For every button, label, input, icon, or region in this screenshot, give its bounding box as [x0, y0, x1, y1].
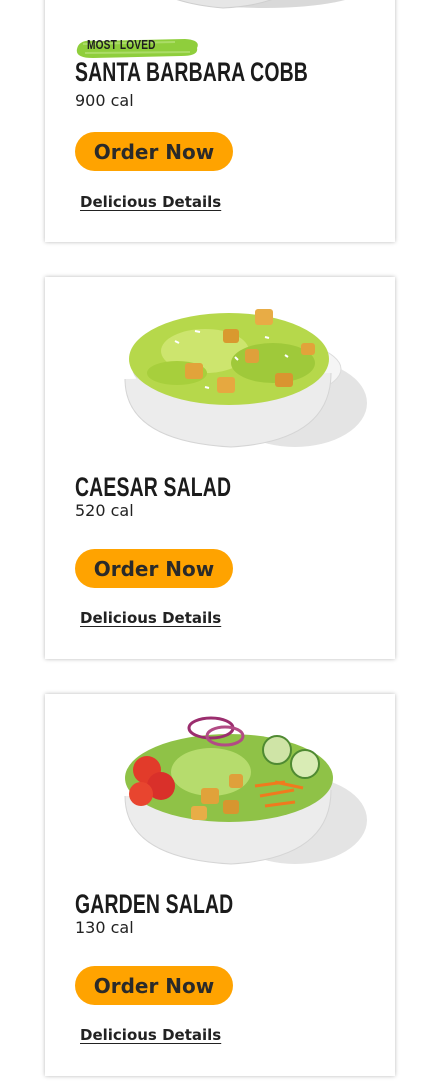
menu-card-santa-barbara-cobb: MOST LOVED SANTA BARBARA COBB 900 cal Or…: [45, 0, 395, 242]
caesar-salad-image[interactable]: [105, 291, 367, 451]
menu-card-caesar-salad: CAESAR SALAD 520 cal Order Now Delicious…: [45, 277, 395, 659]
delicious-details-link[interactable]: Delicious Details: [80, 1026, 221, 1044]
item-title: CAESAR SALAD: [75, 472, 232, 502]
item-calories: 520 cal: [75, 501, 134, 520]
order-now-button[interactable]: Order Now: [75, 966, 233, 1005]
garden-salad-image[interactable]: [105, 708, 367, 868]
delicious-details-link[interactable]: Delicious Details: [80, 193, 221, 211]
menu-card-garden-salad: GARDEN SALAD 130 cal Order Now Delicious…: [45, 694, 395, 1076]
item-title: SANTA BARBARA COBB: [75, 57, 308, 87]
item-calories: 130 cal: [75, 918, 134, 937]
order-now-button[interactable]: Order Now: [75, 549, 233, 588]
order-now-button[interactable]: Order Now: [75, 132, 233, 171]
item-calories: 900 cal: [75, 91, 134, 110]
badge-label: MOST LOVED: [87, 37, 156, 52]
cobb-salad-image[interactable]: [105, 0, 367, 10]
delicious-details-link[interactable]: Delicious Details: [80, 609, 221, 627]
item-title: GARDEN SALAD: [75, 889, 234, 919]
